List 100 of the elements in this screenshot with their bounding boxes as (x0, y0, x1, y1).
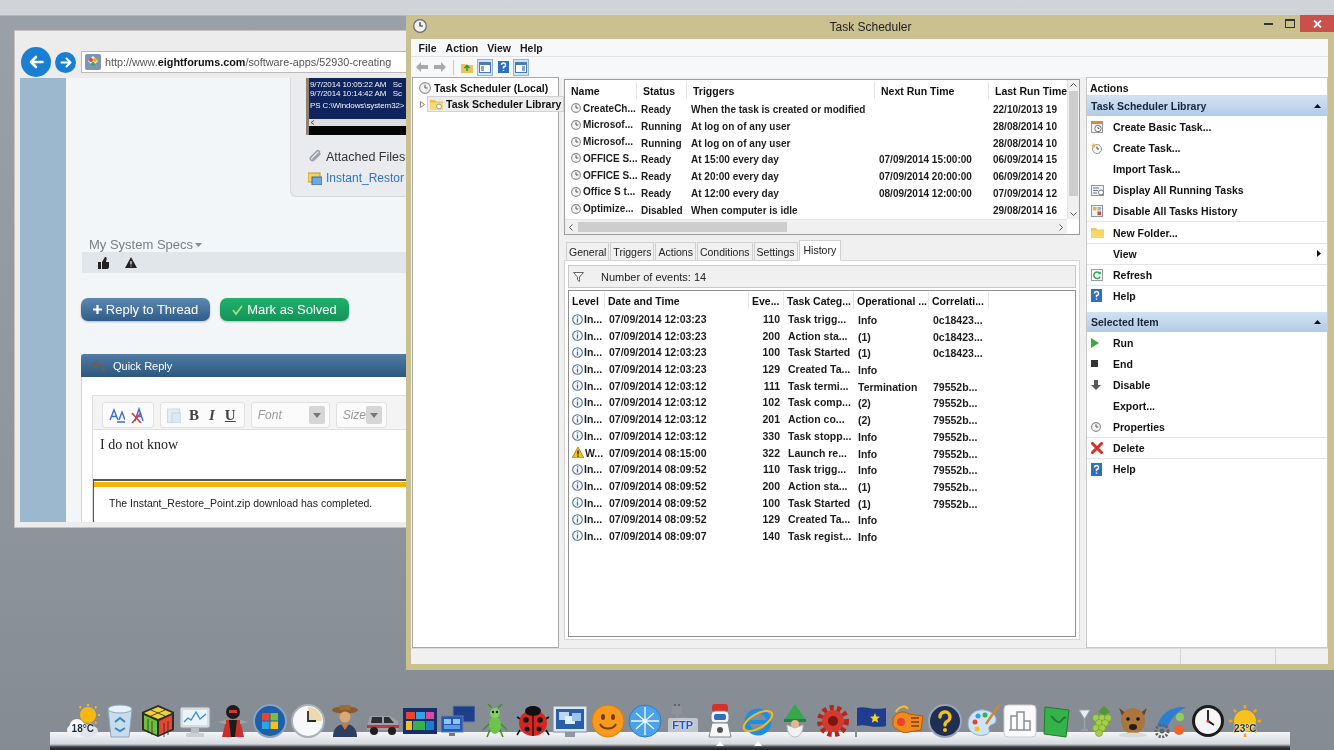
operational-code: Info (857, 364, 878, 377)
dropdown-button[interactable] (366, 406, 382, 424)
snowflake-icon[interactable] (628, 704, 663, 738)
clock-icon[interactable] (1190, 704, 1225, 738)
smiley-icon[interactable] (590, 704, 625, 738)
orb-icon[interactable] (253, 704, 288, 738)
vertical-scrollbar[interactable] (1067, 80, 1079, 219)
info-icon (572, 463, 583, 475)
column-header[interactable]: Next Run Time (875, 82, 989, 99)
column-header[interactable]: Eve... (749, 292, 784, 309)
console-tree-button[interactable] (477, 58, 493, 76)
command-item[interactable]: Disable (1087, 375, 1327, 397)
action-pane-button[interactable] (513, 58, 529, 76)
weather-icon[interactable] (65, 704, 100, 738)
tree-item[interactable]: Task Scheduler (Local) (416, 80, 558, 96)
task-name: Office S t... (583, 186, 636, 198)
reply-input[interactable]: I do not know (93, 429, 406, 479)
column-header[interactable]: Task Categ... (784, 292, 854, 309)
help-button[interactable] (495, 58, 511, 76)
bar-chart-icon[interactable] (1003, 704, 1038, 738)
command-item[interactable]: Export... (1087, 396, 1327, 418)
column-header[interactable]: Correlati... (929, 292, 989, 309)
folder-icon (1091, 227, 1104, 238)
section-header[interactable]: Task Scheduler Library (1087, 96, 1327, 116)
menu-item[interactable]: Action (441, 39, 483, 56)
format-button[interactable]: I (207, 406, 217, 424)
back-button[interactable] (21, 47, 51, 77)
command-item[interactable]: New Folder... (1087, 222, 1327, 244)
swoosh-gear-icon[interactable] (1153, 704, 1188, 738)
screen-icon[interactable] (553, 704, 588, 738)
menu-item[interactable]: Help (515, 39, 548, 56)
section-header[interactable]: Selected Item (1087, 311, 1327, 332)
close-button[interactable] (1300, 15, 1334, 32)
column-header[interactable]: Status (637, 82, 687, 99)
tab[interactable]: General (566, 242, 610, 260)
menu-item[interactable]: File (414, 39, 442, 56)
command-item[interactable]: Delete (1087, 438, 1327, 460)
reply-button[interactable]: Reply to Thread (81, 298, 210, 321)
filter-icon[interactable] (573, 271, 584, 282)
thumbs-up-icon[interactable] (97, 256, 109, 269)
correlation-id: 79552b... (932, 414, 978, 427)
column-header[interactable]: Level (569, 292, 605, 309)
system-specs-dropdown[interactable]: My System Specs (89, 237, 203, 252)
forward-button[interactable] (55, 51, 76, 73)
command-item[interactable]: View (1087, 243, 1327, 265)
command-item[interactable]: Refresh (1087, 264, 1327, 286)
expand-arrow-icon[interactable] (420, 100, 425, 108)
tab[interactable]: Conditions (696, 242, 753, 260)
horizontal-scrollbar[interactable] (565, 219, 1067, 234)
ladybug-icon[interactable] (515, 704, 550, 738)
tab[interactable]: Settings (753, 242, 798, 260)
tab[interactable]: Actions (655, 242, 696, 260)
menu-item[interactable]: View (482, 39, 516, 56)
tab[interactable]: Triggers (610, 242, 655, 260)
format-button[interactable]: U (222, 406, 238, 424)
clear-format-icon[interactable] (131, 407, 147, 423)
task-status: Ready (640, 104, 671, 115)
operational-code: Info (857, 530, 878, 543)
command-item[interactable]: Properties (1087, 417, 1327, 439)
column-header[interactable]: Operational ... (854, 292, 929, 309)
command-item[interactable]: Run (1087, 332, 1327, 354)
cube-icon[interactable] (140, 704, 175, 738)
column-header[interactable]: Name (565, 82, 637, 99)
warning-icon[interactable] (125, 257, 137, 268)
command-item[interactable]: Disable All Tasks History (1087, 201, 1327, 223)
undo-arrow-icon (91, 359, 105, 372)
correlation-id: 79552b... (932, 380, 978, 393)
event-date: 07/09/2014 12:03:12 (608, 429, 708, 442)
font-style-icon[interactable] (109, 407, 125, 423)
clock-icon[interactable] (290, 704, 325, 738)
gear-icon[interactable] (815, 704, 850, 738)
command-item[interactable]: Help (1087, 459, 1327, 481)
tree-item[interactable]: Task Scheduler Library (427, 96, 565, 112)
column-header[interactable]: Date and Time (605, 292, 749, 309)
command-item[interactable]: Create Task... (1087, 138, 1327, 160)
tab[interactable]: History (798, 240, 842, 261)
command-item[interactable]: End (1087, 353, 1327, 376)
help-icon[interactable] (928, 704, 963, 738)
command-item[interactable]: Import Task... (1087, 159, 1327, 181)
attachment-link[interactable]: Instant_Restor (326, 170, 405, 185)
task-name: Microsof... (583, 136, 633, 148)
address-field[interactable]: http://www.eightforums.com/software-apps/52930-creating (81, 51, 406, 73)
sun-icon[interactable] (1228, 704, 1263, 738)
caret-icon (369, 412, 378, 418)
clock-icon (571, 119, 581, 130)
info-icon (572, 513, 583, 525)
command-item[interactable]: Display All Running Tasks (1087, 180, 1327, 202)
dropdown-button[interactable] (308, 406, 325, 424)
flag-icon[interactable] (853, 704, 888, 738)
submenu-arrow-icon (1317, 250, 1321, 258)
command-item[interactable]: Help (1087, 285, 1327, 307)
down-arrow-icon (1091, 380, 1101, 391)
format-button[interactable]: B (187, 406, 201, 424)
screens-icon[interactable] (440, 704, 475, 738)
column-header[interactable]: Triggers (687, 82, 875, 99)
scrollbar-thumb[interactable] (1069, 91, 1078, 196)
event-id: 111 (762, 379, 781, 392)
task-category: Task termi... (787, 379, 850, 392)
command-item[interactable]: Create Basic Task... (1087, 117, 1327, 139)
scrollbar-thumb[interactable] (578, 222, 787, 232)
